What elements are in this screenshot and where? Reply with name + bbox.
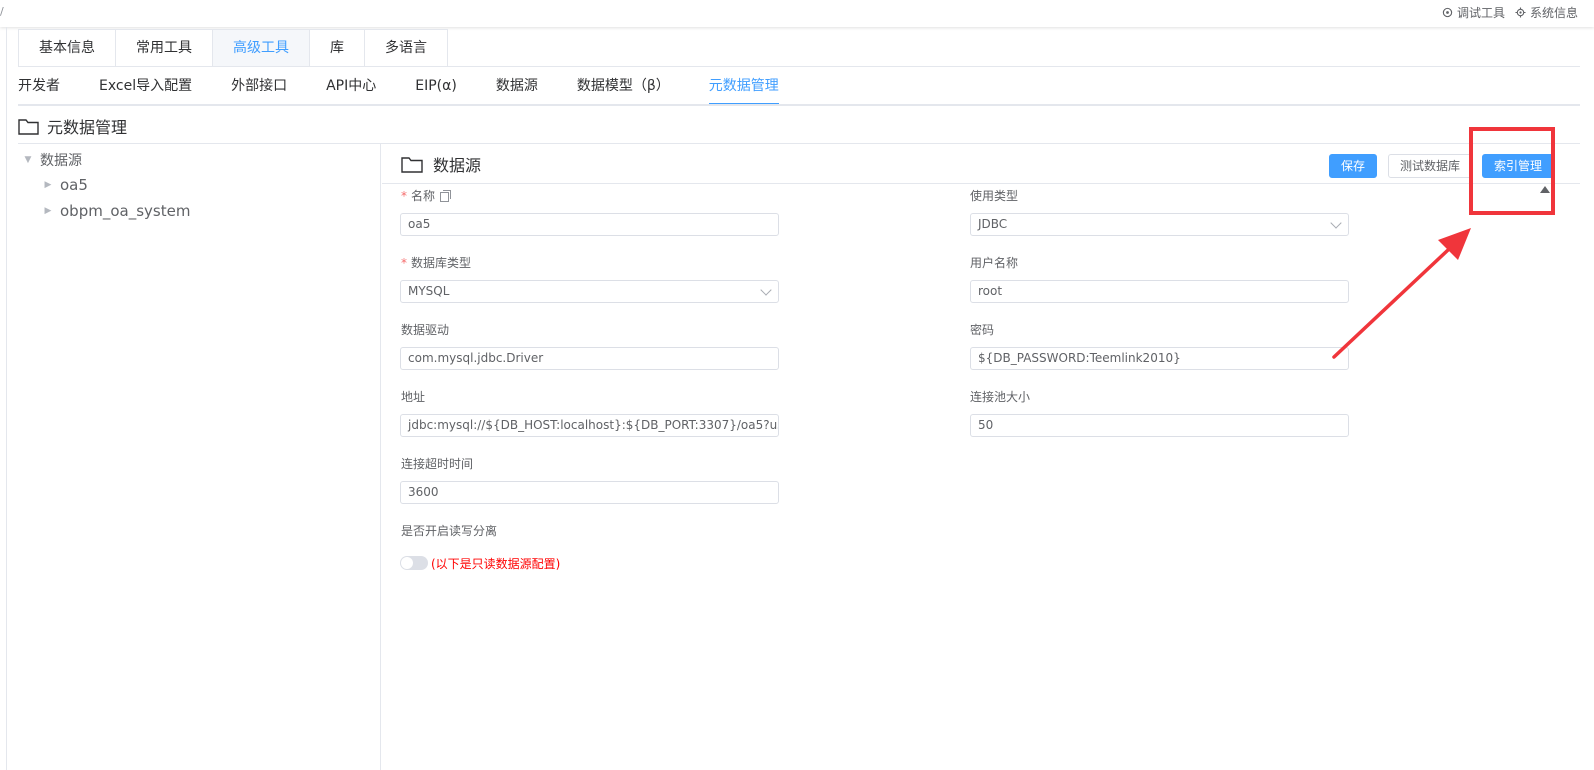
panel-divider — [380, 144, 381, 770]
rw-split-toggle[interactable] — [400, 556, 428, 570]
debug-tools-link[interactable]: 调试工具 — [1442, 4, 1505, 21]
address-input[interactable]: jdbc:mysql://${DB_HOST:localhost}:${DB_P… — [400, 414, 779, 437]
db-type-select[interactable]: MYSQL — [400, 280, 779, 303]
main-tabs: 基本信息 常用工具 高级工具 库 多语言 — [18, 29, 448, 67]
caret-right-icon[interactable]: ▶ — [42, 206, 54, 216]
subtab-datasource[interactable]: 数据源 — [496, 72, 538, 103]
subtab-data-model[interactable]: 数据模型（β） — [577, 72, 670, 103]
subtab-eip[interactable]: EIP(α) — [415, 72, 457, 103]
name-label: 名称 — [411, 189, 436, 203]
caret-down-icon[interactable]: ▼ — [22, 155, 34, 165]
tree-node-oa5[interactable]: ▶ oa5 — [22, 172, 362, 198]
panel-header: 数据源 — [401, 152, 481, 176]
caret-right-icon[interactable]: ▶ — [42, 180, 54, 190]
chevron-down-icon — [1330, 217, 1342, 229]
tree-node-label: 数据源 — [40, 153, 82, 169]
top-right-tools: 调试工具 系统信息 — [1442, 4, 1578, 21]
save-button[interactable]: 保存 — [1329, 154, 1378, 178]
subtab-excel-import[interactable]: Excel导入配置 — [99, 72, 192, 103]
bug-icon — [1442, 7, 1453, 18]
subtab-external-api[interactable]: 外部接口 — [231, 72, 287, 103]
username-label: 用户名称 — [970, 256, 1019, 270]
datasource-tree: ▼ 数据源 ▶ oa5 ▶ obpm_oa_system — [22, 148, 362, 224]
subtab-metadata-mgmt[interactable]: 元数据管理 — [708, 72, 779, 105]
folder-icon — [18, 118, 39, 135]
test-database-button[interactable]: 测试数据库 — [1388, 154, 1473, 178]
password-label: 密码 — [970, 323, 995, 337]
name-label-row: * 名称 — [401, 187, 452, 204]
subtab-developer[interactable]: 开发者 — [18, 72, 60, 103]
timeout-input[interactable]: 3600 — [400, 481, 779, 504]
db-type-label: 数据库类型 — [411, 256, 472, 270]
annotation-highlight-box — [1469, 127, 1555, 215]
usage-type-select[interactable]: JDBC — [970, 213, 1349, 236]
left-border — [6, 27, 7, 770]
rw-split-note: (以下是只读数据源配置) — [431, 557, 561, 571]
timeout-label: 连接超时时间 — [401, 457, 474, 471]
tree-node-root[interactable]: ▼ 数据源 — [22, 148, 362, 172]
tab-common-tools[interactable]: 常用工具 — [116, 30, 213, 67]
sub-tabs: 开发者 Excel导入配置 外部接口 API中心 EIP(α) 数据源 数据模型… — [18, 72, 818, 105]
top-slash: / — [0, 5, 4, 18]
system-info-link[interactable]: 系统信息 — [1515, 4, 1578, 21]
main-tabs-divider — [18, 66, 1580, 67]
tree-node-obpm[interactable]: ▶ obpm_oa_system — [22, 198, 362, 224]
tab-advanced-tools[interactable]: 高级工具 — [213, 30, 310, 67]
tree-node-label: oa5 — [60, 176, 88, 194]
pool-size-label: 连接池大小 — [970, 390, 1031, 404]
copy-icon[interactable] — [440, 189, 452, 202]
password-input[interactable]: ${DB_PASSWORD:Teemlink2010} — [970, 347, 1349, 370]
address-label: 地址 — [401, 390, 426, 404]
tree-node-label: obpm_oa_system — [60, 202, 191, 220]
gear-icon — [1515, 7, 1526, 18]
db-type-label-row: * 数据库类型 — [401, 256, 472, 270]
username-input[interactable]: root — [970, 280, 1349, 303]
db-type-value: MYSQL — [408, 284, 450, 298]
rw-split-label: 是否开启读写分离 — [401, 524, 498, 538]
top-bar — [0, 0, 1594, 27]
panel-title: 数据源 — [433, 156, 482, 175]
annotation-arrow — [1332, 228, 1471, 359]
driver-input[interactable]: com.mysql.jdbc.Driver — [400, 347, 779, 370]
sub-tabs-divider — [18, 104, 1580, 106]
tab-multilanguage[interactable]: 多语言 — [365, 30, 447, 67]
panel-header-divider — [382, 183, 1580, 184]
tab-basic-info[interactable]: 基本信息 — [19, 30, 116, 67]
debug-tools-label: 调试工具 — [1456, 6, 1505, 20]
usage-type-label: 使用类型 — [970, 189, 1019, 203]
name-input[interactable]: oa5 — [400, 213, 779, 236]
section-divider — [18, 143, 1580, 144]
tab-library[interactable]: 库 — [310, 30, 365, 67]
driver-label: 数据驱动 — [401, 323, 450, 337]
chevron-down-icon — [760, 284, 772, 296]
folder-icon — [401, 156, 423, 173]
pool-size-input[interactable]: 50 — [970, 414, 1349, 437]
section-title: 元数据管理 — [47, 118, 128, 137]
system-info-label: 系统信息 — [1529, 6, 1578, 20]
usage-type-value: JDBC — [978, 217, 1008, 231]
subtab-api-center[interactable]: API中心 — [326, 72, 376, 103]
section-header: 元数据管理 — [18, 114, 127, 138]
